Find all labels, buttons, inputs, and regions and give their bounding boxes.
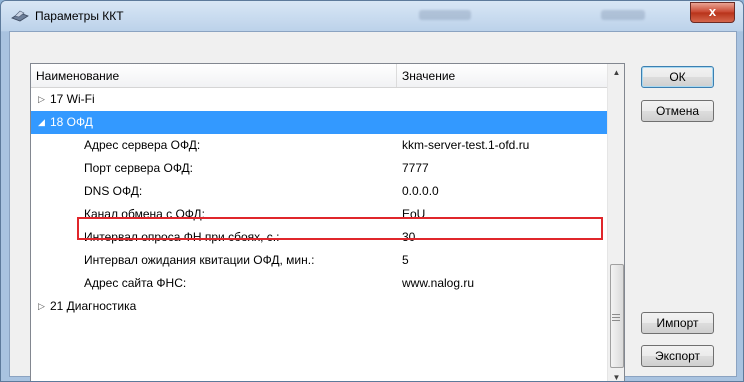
table-row-group-ofd[interactable]: ◢ 18 ОФД bbox=[31, 111, 624, 134]
title-bar[interactable]: Параметры ККТ x bbox=[1, 1, 743, 31]
scroll-up-icon[interactable]: ▲ bbox=[608, 64, 624, 81]
row-name: DNS ОФД: bbox=[84, 184, 143, 198]
column-divider[interactable] bbox=[396, 64, 397, 87]
scroll-down-icon[interactable]: ▼ bbox=[608, 369, 624, 381]
column-header-name[interactable]: Наименование bbox=[36, 69, 119, 83]
table-row[interactable]: Адрес сайта ФНС: www.nalog.ru bbox=[31, 272, 624, 295]
row-name: 18 ОФД bbox=[50, 115, 93, 129]
close-button[interactable]: x bbox=[690, 2, 735, 23]
window-title: Параметры ККТ bbox=[35, 9, 124, 23]
table-row[interactable]: DNS ОФД: 0.0.0.0 bbox=[31, 180, 624, 203]
row-name: 21 Диагностика bbox=[50, 299, 137, 313]
close-icon: x bbox=[708, 4, 717, 19]
cancel-button[interactable]: Отмена bbox=[641, 100, 714, 122]
kkt-device-icon bbox=[11, 10, 29, 22]
row-name: Адрес сервера ОФД: bbox=[84, 138, 201, 152]
row-value[interactable]: 5 bbox=[402, 249, 409, 272]
triangle-right-icon[interactable]: ▷ bbox=[38, 88, 45, 111]
background-window-ghost bbox=[419, 10, 471, 20]
row-name: 17 Wi-Fi bbox=[50, 92, 95, 106]
table-row[interactable]: Порт сервера ОФД: 7777 bbox=[31, 157, 624, 180]
export-button[interactable]: Экспорт bbox=[641, 345, 714, 367]
row-name: Порт сервера ОФД: bbox=[84, 161, 194, 175]
column-header-value[interactable]: Значение bbox=[402, 69, 455, 83]
table-row-group-wifi[interactable]: ▷ 17 Wi-Fi bbox=[31, 88, 624, 111]
dialog-body: Наименование Значение ▷ 17 Wi-Fi ◢ 18 ОФ… bbox=[9, 31, 737, 381]
vertical-scrollbar[interactable]: ▲ ▼ bbox=[607, 64, 624, 381]
import-button[interactable]: Импорт bbox=[641, 312, 714, 334]
ok-button[interactable]: ОК bbox=[641, 66, 714, 88]
scrollbar-grip bbox=[612, 312, 620, 323]
table-row[interactable]: Интервал ожидания квитации ОФД, мин.: 5 bbox=[31, 249, 624, 272]
background-window-ghost bbox=[601, 10, 645, 20]
table-row-group-diagnostics[interactable]: ▷ 21 Диагностика bbox=[31, 295, 624, 318]
row-value[interactable]: 0.0.0.0 bbox=[402, 180, 439, 203]
selection-fill bbox=[397, 111, 624, 134]
triangle-down-icon[interactable]: ◢ bbox=[38, 111, 45, 134]
dialog-window: Параметры ККТ x Наименование Значение ▷ … bbox=[0, 0, 744, 382]
grid-header: Наименование Значение bbox=[31, 64, 624, 88]
table-row[interactable]: Адрес сервера ОФД: kkm-server-test.1-ofd… bbox=[31, 134, 624, 157]
triangle-right-icon[interactable]: ▷ bbox=[38, 295, 45, 318]
row-name: Интервал ожидания квитации ОФД, мин.: bbox=[84, 253, 315, 267]
row-value[interactable]: 7777 bbox=[402, 157, 429, 180]
row-value[interactable]: www.nalog.ru bbox=[402, 272, 474, 295]
highlight-frame bbox=[77, 217, 603, 240]
row-name: Адрес сайта ФНС: bbox=[84, 276, 187, 290]
row-value[interactable]: kkm-server-test.1-ofd.ru bbox=[402, 134, 529, 157]
